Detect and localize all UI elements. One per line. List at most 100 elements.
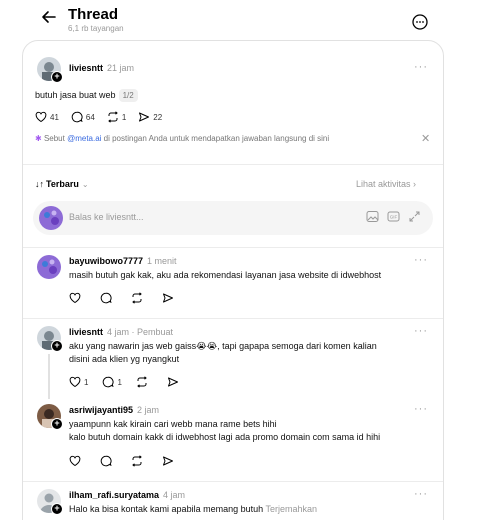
heart-icon bbox=[35, 111, 47, 123]
send-icon bbox=[163, 456, 173, 466]
view-count: 6,1 rb tayangan bbox=[68, 24, 124, 33]
share-button[interactable]: 22 bbox=[138, 111, 162, 123]
username-text[interactable]: ilham_rafi.suryatama bbox=[69, 490, 159, 500]
view-activity-link[interactable]: Lihat aktivitas › bbox=[356, 179, 416, 189]
avatar[interactable] bbox=[37, 255, 61, 279]
repost-button[interactable] bbox=[136, 376, 151, 388]
reply-tools: GIF bbox=[358, 210, 421, 228]
reply-username[interactable]: bayuwibowo7777 1 menit bbox=[69, 256, 177, 266]
like-button[interactable] bbox=[69, 292, 84, 304]
reply-time: 2 jam bbox=[137, 405, 160, 415]
post-text: butuh jasa buat web 1/2 bbox=[35, 89, 138, 102]
post-username[interactable]: liviesntt 21 jam bbox=[69, 63, 134, 73]
reply-placeholder: Balas ke liviesntt... bbox=[69, 212, 144, 222]
reply-actions bbox=[69, 455, 189, 467]
comment-button[interactable] bbox=[100, 292, 115, 304]
divider bbox=[23, 164, 443, 165]
username-text[interactable]: liviesntt bbox=[69, 327, 103, 337]
like-button[interactable]: 41 bbox=[35, 111, 59, 123]
repost-icon bbox=[132, 292, 142, 304]
expand-icon[interactable] bbox=[408, 210, 421, 228]
username-text[interactable]: liviesntt bbox=[69, 63, 103, 73]
reply-text: disini ada klien yg nyangkut bbox=[69, 354, 180, 364]
activity-label: Lihat aktivitas bbox=[356, 179, 411, 189]
heart-icon bbox=[69, 455, 81, 467]
comment-count: 64 bbox=[85, 112, 95, 122]
header: Thread 6,1 rb tayangan bbox=[0, 0, 500, 40]
follow-plus-icon[interactable]: + bbox=[51, 418, 63, 430]
divider bbox=[23, 318, 443, 319]
comment-button[interactable]: 64 bbox=[71, 111, 95, 123]
repost-button[interactable] bbox=[131, 292, 146, 304]
username-text[interactable]: asriwijayanti95 bbox=[69, 405, 133, 415]
gif-icon[interactable]: GIF bbox=[387, 210, 400, 228]
username-text[interactable]: bayuwibowo7777 bbox=[69, 256, 143, 266]
sort-label: Terbaru bbox=[46, 179, 79, 189]
reply-text: Halo ka bisa kontak kami apabila memang … bbox=[69, 503, 317, 516]
share-button[interactable] bbox=[167, 376, 182, 388]
send-icon bbox=[139, 112, 150, 122]
divider bbox=[23, 481, 443, 482]
back-arrow-icon[interactable] bbox=[38, 6, 60, 28]
thread-line bbox=[48, 354, 50, 399]
send-icon bbox=[163, 293, 173, 303]
like-button[interactable]: 1 bbox=[69, 376, 88, 388]
author-tag: Pembuat bbox=[137, 327, 174, 337]
post-body: butuh jasa buat web bbox=[35, 90, 116, 100]
post-actions: 41 64 1 22 bbox=[35, 111, 174, 123]
comment-count: 1 bbox=[117, 377, 122, 387]
image-icon[interactable] bbox=[366, 210, 379, 228]
reply-more-icon[interactable]: ··· bbox=[414, 254, 428, 266]
repost-button[interactable] bbox=[131, 455, 146, 467]
reply-username[interactable]: liviesntt 4 jam · Pembuat bbox=[69, 327, 173, 337]
heart-icon bbox=[69, 292, 81, 304]
reply-more-icon[interactable]: ··· bbox=[414, 488, 428, 500]
reply-username[interactable]: ilham_rafi.suryatama 4 jam bbox=[69, 490, 185, 500]
share-button[interactable] bbox=[162, 455, 177, 467]
thread-card: + liviesntt 21 jam ··· butuh jasa buat we… bbox=[22, 40, 444, 520]
chevron-right-icon: › bbox=[413, 179, 417, 189]
comment-icon bbox=[100, 292, 112, 304]
chevron-down-icon: ⌄ bbox=[81, 179, 89, 189]
hint-suffix: di postingan Anda untuk mendapatkan jawa… bbox=[101, 134, 330, 143]
translate-link[interactable]: Terjemahkan bbox=[265, 504, 317, 514]
meta-ai-link[interactable]: @meta.ai bbox=[67, 134, 101, 143]
repost-icon bbox=[137, 376, 147, 388]
send-icon bbox=[167, 377, 178, 387]
post-more-icon[interactable]: ··· bbox=[414, 61, 428, 73]
reply-more-icon[interactable]: ··· bbox=[414, 325, 428, 337]
share-button[interactable] bbox=[162, 292, 177, 304]
follow-plus-icon[interactable]: + bbox=[51, 340, 63, 352]
like-count: 1 bbox=[84, 377, 89, 387]
reply-body: Halo ka bisa kontak kami apabila memang … bbox=[69, 504, 264, 514]
post-time: 21 jam bbox=[107, 63, 135, 73]
like-count: 41 bbox=[50, 112, 59, 122]
close-icon[interactable]: ✕ bbox=[421, 132, 430, 145]
reply-time: 4 jam bbox=[163, 490, 186, 500]
follow-plus-icon[interactable]: + bbox=[51, 71, 63, 83]
like-button[interactable] bbox=[69, 455, 84, 467]
comment-icon bbox=[103, 376, 115, 388]
reply-text: masih butuh gak kak, aku ada rekomendasi… bbox=[69, 270, 382, 280]
sort-icon: ↓↑ bbox=[35, 179, 44, 189]
heart-icon bbox=[69, 376, 81, 388]
reply-username[interactable]: asriwijayanti95 2 jam bbox=[69, 405, 159, 415]
comment-button[interactable] bbox=[100, 455, 115, 467]
repost-icon bbox=[108, 111, 118, 123]
share-count: 22 bbox=[153, 112, 163, 122]
meta-ai-hint: ✱ Sebut @meta.ai di postingan Anda untuk… bbox=[35, 134, 329, 143]
comment-icon bbox=[71, 111, 83, 123]
reply-text: yaampunn kak kirain cari webb mana rame … bbox=[69, 419, 277, 429]
more-options-icon[interactable] bbox=[411, 13, 429, 31]
reply-input[interactable]: Balas ke liviesntt... GIF bbox=[33, 201, 433, 235]
repost-button[interactable]: 1 bbox=[107, 111, 126, 123]
follow-plus-icon[interactable]: + bbox=[51, 503, 63, 515]
sort-dropdown[interactable]: ↓↑ Terbaru ⌄ bbox=[35, 179, 89, 189]
comment-button[interactable]: 1 bbox=[102, 376, 122, 388]
reply-text: kalo butuh domain kakk di idwebhost lagi… bbox=[69, 432, 381, 442]
repost-count: 1 bbox=[121, 112, 127, 122]
my-avatar bbox=[39, 206, 63, 230]
reply-time: 4 jam bbox=[107, 327, 130, 337]
reply-more-icon[interactable]: ··· bbox=[414, 403, 428, 415]
sparkle-icon: ✱ bbox=[35, 134, 42, 143]
